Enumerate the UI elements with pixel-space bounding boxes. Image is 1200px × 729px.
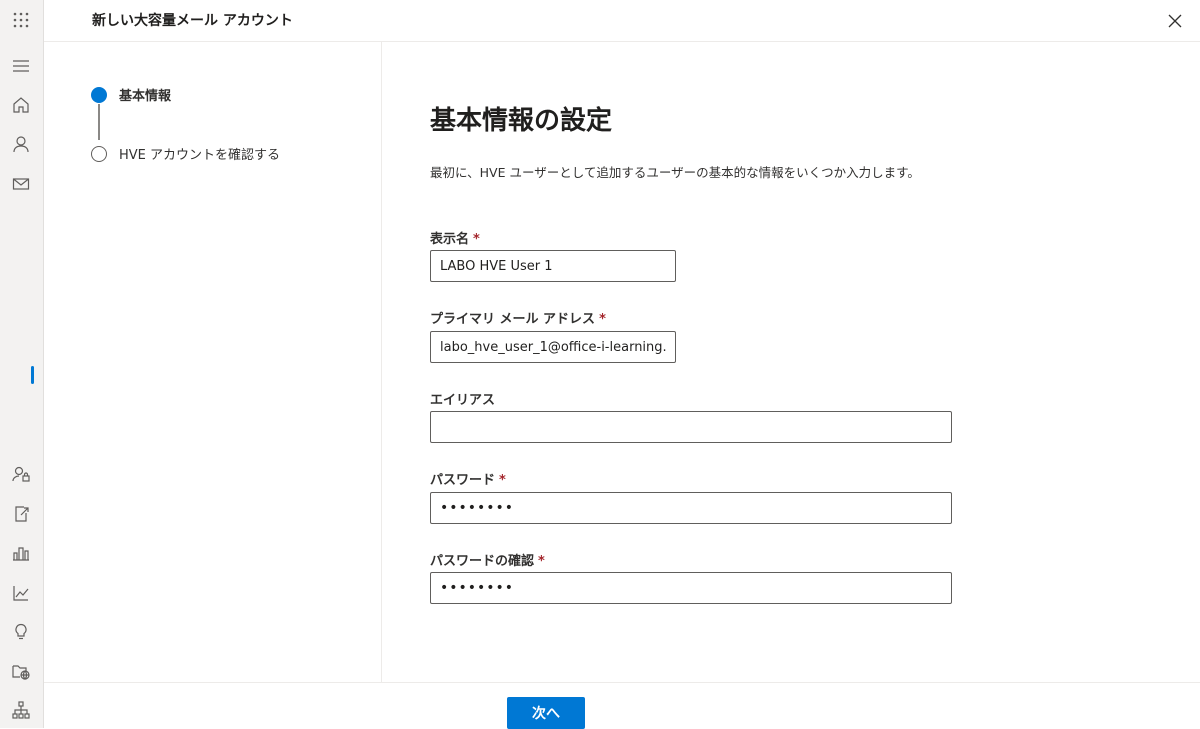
mail-icon[interactable] (11, 174, 31, 194)
display-name-input[interactable] (430, 250, 676, 282)
password-confirm-label-text: パスワードの確認 (430, 554, 535, 569)
hierarchy-icon[interactable] (11, 700, 31, 720)
required-mark: * (473, 232, 480, 247)
form-heading: 基本情報の設定 (430, 106, 613, 136)
required-mark: * (538, 554, 545, 569)
alias-label-text: エイリアス (430, 393, 496, 408)
step-label: HVE アカウントを確認する (119, 148, 281, 163)
password-confirm-input[interactable] (430, 572, 952, 604)
display-name-label: 表示名 * (430, 228, 480, 247)
line-chart-icon[interactable] (11, 583, 31, 603)
export-icon[interactable] (11, 504, 31, 524)
password-label: パスワード * (430, 469, 506, 488)
wizard-steps: 基本情報 HVE アカウントを確認する (44, 42, 382, 682)
password-label-text: パスワード (430, 473, 496, 488)
primary-email-label-text: プライマリ メール アドレス (430, 312, 596, 327)
panel-title: 新しい大容量メール アカウント (92, 13, 293, 29)
close-icon (1168, 14, 1182, 28)
close-button[interactable] (1164, 10, 1186, 32)
alias-input[interactable] (430, 411, 952, 443)
home-icon[interactable] (11, 95, 31, 115)
step-confirm-hve-account[interactable]: HVE アカウントを確認する (91, 144, 280, 163)
required-mark: * (499, 473, 506, 488)
required-mark: * (599, 312, 606, 327)
form-description: 最初に、HVE ユーザーとして追加するユーザーの基本的な情報をいくつか入力します… (430, 165, 920, 180)
primary-email-input[interactable] (430, 331, 676, 363)
lightbulb-icon[interactable] (11, 622, 31, 642)
user-lock-icon[interactable] (11, 464, 31, 484)
next-button[interactable]: 次へ (507, 697, 585, 729)
folder-globe-icon[interactable] (11, 661, 31, 681)
panel-header: 新しい大容量メール アカウント (44, 0, 1200, 42)
password-confirm-label: パスワードの確認 * (430, 550, 545, 569)
rail-selection-indicator (31, 366, 34, 384)
new-hve-account-panel: 新しい大容量メール アカウント 基本情報 HVE アカウントを確認する 基本情報… (44, 0, 1200, 729)
step-active-indicator-icon (91, 86, 107, 103)
step-connector (98, 104, 100, 140)
app-rail (0, 0, 44, 728)
step-label: 基本情報 (119, 89, 172, 104)
org-chart-icon[interactable] (11, 543, 31, 563)
alias-label: エイリアス (430, 389, 495, 408)
primary-email-label: プライマリ メール アドレス * (430, 308, 606, 327)
display-name-label-text: 表示名 (430, 232, 470, 247)
step-pending-indicator-icon (91, 145, 107, 162)
user-icon[interactable] (11, 134, 31, 154)
password-input[interactable] (430, 492, 952, 524)
panel-footer: 次へ (44, 682, 1200, 729)
step-basic-info[interactable]: 基本情報 (91, 85, 171, 104)
hamburger-icon[interactable] (11, 56, 31, 76)
app-launcher-icon[interactable] (11, 10, 31, 30)
